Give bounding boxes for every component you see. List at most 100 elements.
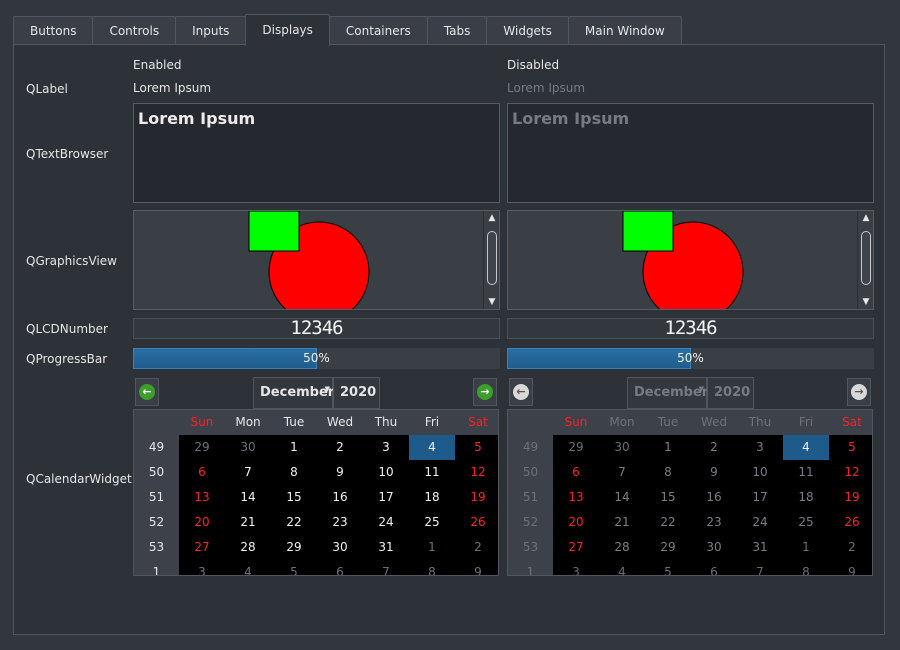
- weekday-header: Sun Mon Tue Wed Thu Fri Sat: [134, 410, 498, 435]
- calendar-day: 4: [618, 565, 626, 576]
- tab-main-window[interactable]: Main Window: [567, 16, 682, 46]
- calendar-enabled[interactable]: ← December ▼ 2020 → Sun Mon Tue Wed Thu Fri Sat 49 29…: [133, 377, 499, 576]
- calendar-day: 7: [618, 465, 626, 479]
- calendar-day[interactable]: 5: [271, 560, 317, 575]
- row-label-qtextbrowser: QTextBrowser: [26, 147, 109, 161]
- prev-month-button: ←: [509, 378, 533, 406]
- calendar-day[interactable]: 2: [317, 435, 363, 460]
- calendar-day: 3: [572, 565, 580, 576]
- calendar-day[interactable]: 14: [225, 485, 271, 510]
- scroll-down-icon: ▼: [862, 297, 870, 307]
- prev-month-button[interactable]: ←: [135, 378, 159, 406]
- calendar-day[interactable]: 8: [409, 560, 455, 575]
- left-arrow-icon: ←: [139, 384, 155, 400]
- calendar-day[interactable]: 12: [455, 460, 498, 485]
- calendar-day: 2: [848, 540, 856, 554]
- week-row: 50 6 7 8 9 10 11 12: [508, 460, 872, 485]
- right-arrow-icon: →: [851, 384, 867, 400]
- calendar-day[interactable]: 26: [455, 510, 498, 535]
- calendar-day[interactable]: 22: [271, 510, 317, 535]
- calendar-day[interactable]: 27: [179, 535, 225, 560]
- month-label: December: [634, 385, 709, 400]
- calendar-day: 16: [706, 490, 722, 504]
- left-arrow-icon: ←: [513, 384, 529, 400]
- year-label: 2020: [714, 385, 751, 400]
- calendar-day[interactable]: 25: [409, 510, 455, 535]
- calendar-day[interactable]: 6: [317, 560, 363, 575]
- calendar-day[interactable]: 6: [179, 460, 225, 485]
- calendar-day[interactable]: 8: [271, 460, 317, 485]
- calendar-day[interactable]: 11: [409, 460, 455, 485]
- calendar-day[interactable]: 7: [225, 460, 271, 485]
- calendar-day: 21: [614, 515, 630, 529]
- scroll-handle: [861, 231, 871, 285]
- calendar-day[interactable]: 13: [179, 485, 225, 510]
- calendar-day[interactable]: 1: [271, 435, 317, 460]
- row-label-qlcdnumber: QLCDNumber: [26, 322, 108, 336]
- calendar-day[interactable]: 29: [271, 535, 317, 560]
- scroll-up-icon: ▲: [862, 213, 870, 223]
- calendar-day: 9: [848, 565, 856, 576]
- calendar-day: 20: [568, 515, 584, 529]
- calendar-day[interactable]: 23: [317, 510, 363, 535]
- calendar-day: 19: [844, 490, 860, 504]
- calendar-day[interactable]: 30: [225, 435, 271, 460]
- week-row: 53 27 28 29 30 31 1 2: [134, 535, 498, 560]
- calendar-day: 29: [568, 440, 584, 454]
- green-square: [622, 211, 674, 252]
- month-selector[interactable]: December ▼: [253, 377, 334, 409]
- calendar-day: 22: [660, 515, 676, 529]
- calendar-day[interactable]: 20: [179, 510, 225, 535]
- calendar-day[interactable]: 29: [179, 435, 225, 460]
- calendar-day[interactable]: 4: [409, 435, 455, 460]
- calendar-day[interactable]: 2: [455, 535, 498, 560]
- calendar-day[interactable]: 17: [363, 485, 409, 510]
- calendar-day[interactable]: 18: [409, 485, 455, 510]
- lcdnumber-enabled: 12346: [133, 318, 500, 339]
- calendar-day[interactable]: 9: [317, 460, 363, 485]
- calendar-day[interactable]: 30: [317, 535, 363, 560]
- calendar-day[interactable]: 15: [271, 485, 317, 510]
- weekday-tue: Tue: [271, 410, 317, 435]
- calendar-day[interactable]: 21: [225, 510, 271, 535]
- calendar-day[interactable]: 3: [179, 560, 225, 575]
- calendar-day: 6: [572, 465, 580, 479]
- tab-inputs[interactable]: Inputs: [175, 16, 247, 46]
- calendar-day[interactable]: 9: [455, 560, 498, 575]
- calendar-day[interactable]: 5: [455, 435, 498, 460]
- scroll-up-icon[interactable]: ▲: [484, 211, 499, 225]
- calendar-day[interactable]: 3: [363, 435, 409, 460]
- row-label-qlabel: QLabel: [26, 82, 68, 96]
- calendar-day[interactable]: 10: [363, 460, 409, 485]
- calendar-day: 15: [660, 490, 676, 504]
- week-number: 52: [508, 510, 553, 535]
- calendar-day[interactable]: 1: [409, 535, 455, 560]
- tab-containers[interactable]: Containers: [328, 16, 428, 46]
- graphicsview-enabled[interactable]: ▲ ▼: [133, 210, 500, 310]
- textbrowser-enabled[interactable]: Lorem Ipsum: [133, 103, 500, 203]
- tab-controls[interactable]: Controls: [92, 16, 177, 46]
- calendar-day[interactable]: 16: [317, 485, 363, 510]
- calendar-day[interactable]: 4: [225, 560, 271, 575]
- calendar-day[interactable]: 28: [225, 535, 271, 560]
- calendar-day: 5: [848, 440, 856, 454]
- tab-buttons[interactable]: Buttons: [13, 16, 94, 46]
- calendar-day[interactable]: 19: [455, 485, 498, 510]
- calendar-day: 28: [614, 540, 630, 554]
- scroll-handle[interactable]: [487, 231, 497, 285]
- year-selector[interactable]: 2020: [333, 377, 380, 409]
- calendar-day[interactable]: 7: [363, 560, 409, 575]
- calendar-day[interactable]: 24: [363, 510, 409, 535]
- calendar-day[interactable]: 31: [363, 535, 409, 560]
- vertical-scrollbar[interactable]: ▲ ▼: [483, 211, 499, 309]
- tab-widgets[interactable]: Widgets: [486, 16, 569, 46]
- tab-displays[interactable]: Displays: [245, 14, 330, 46]
- graphics-scene: [622, 211, 744, 309]
- next-month-button[interactable]: →: [473, 378, 497, 406]
- scroll-down-icon[interactable]: ▼: [484, 295, 499, 309]
- calendar-day: 6: [710, 565, 718, 576]
- tab-tabs[interactable]: Tabs: [426, 16, 488, 46]
- calendar-grid: Sun Mon Tue Wed Thu Fri Sat 49 29 30 1 2 3 4 5 50 6 7 8 9 10…: [507, 409, 873, 576]
- vertical-scrollbar: ▲ ▼: [857, 211, 873, 309]
- disabled-column-header: Disabled: [507, 58, 560, 72]
